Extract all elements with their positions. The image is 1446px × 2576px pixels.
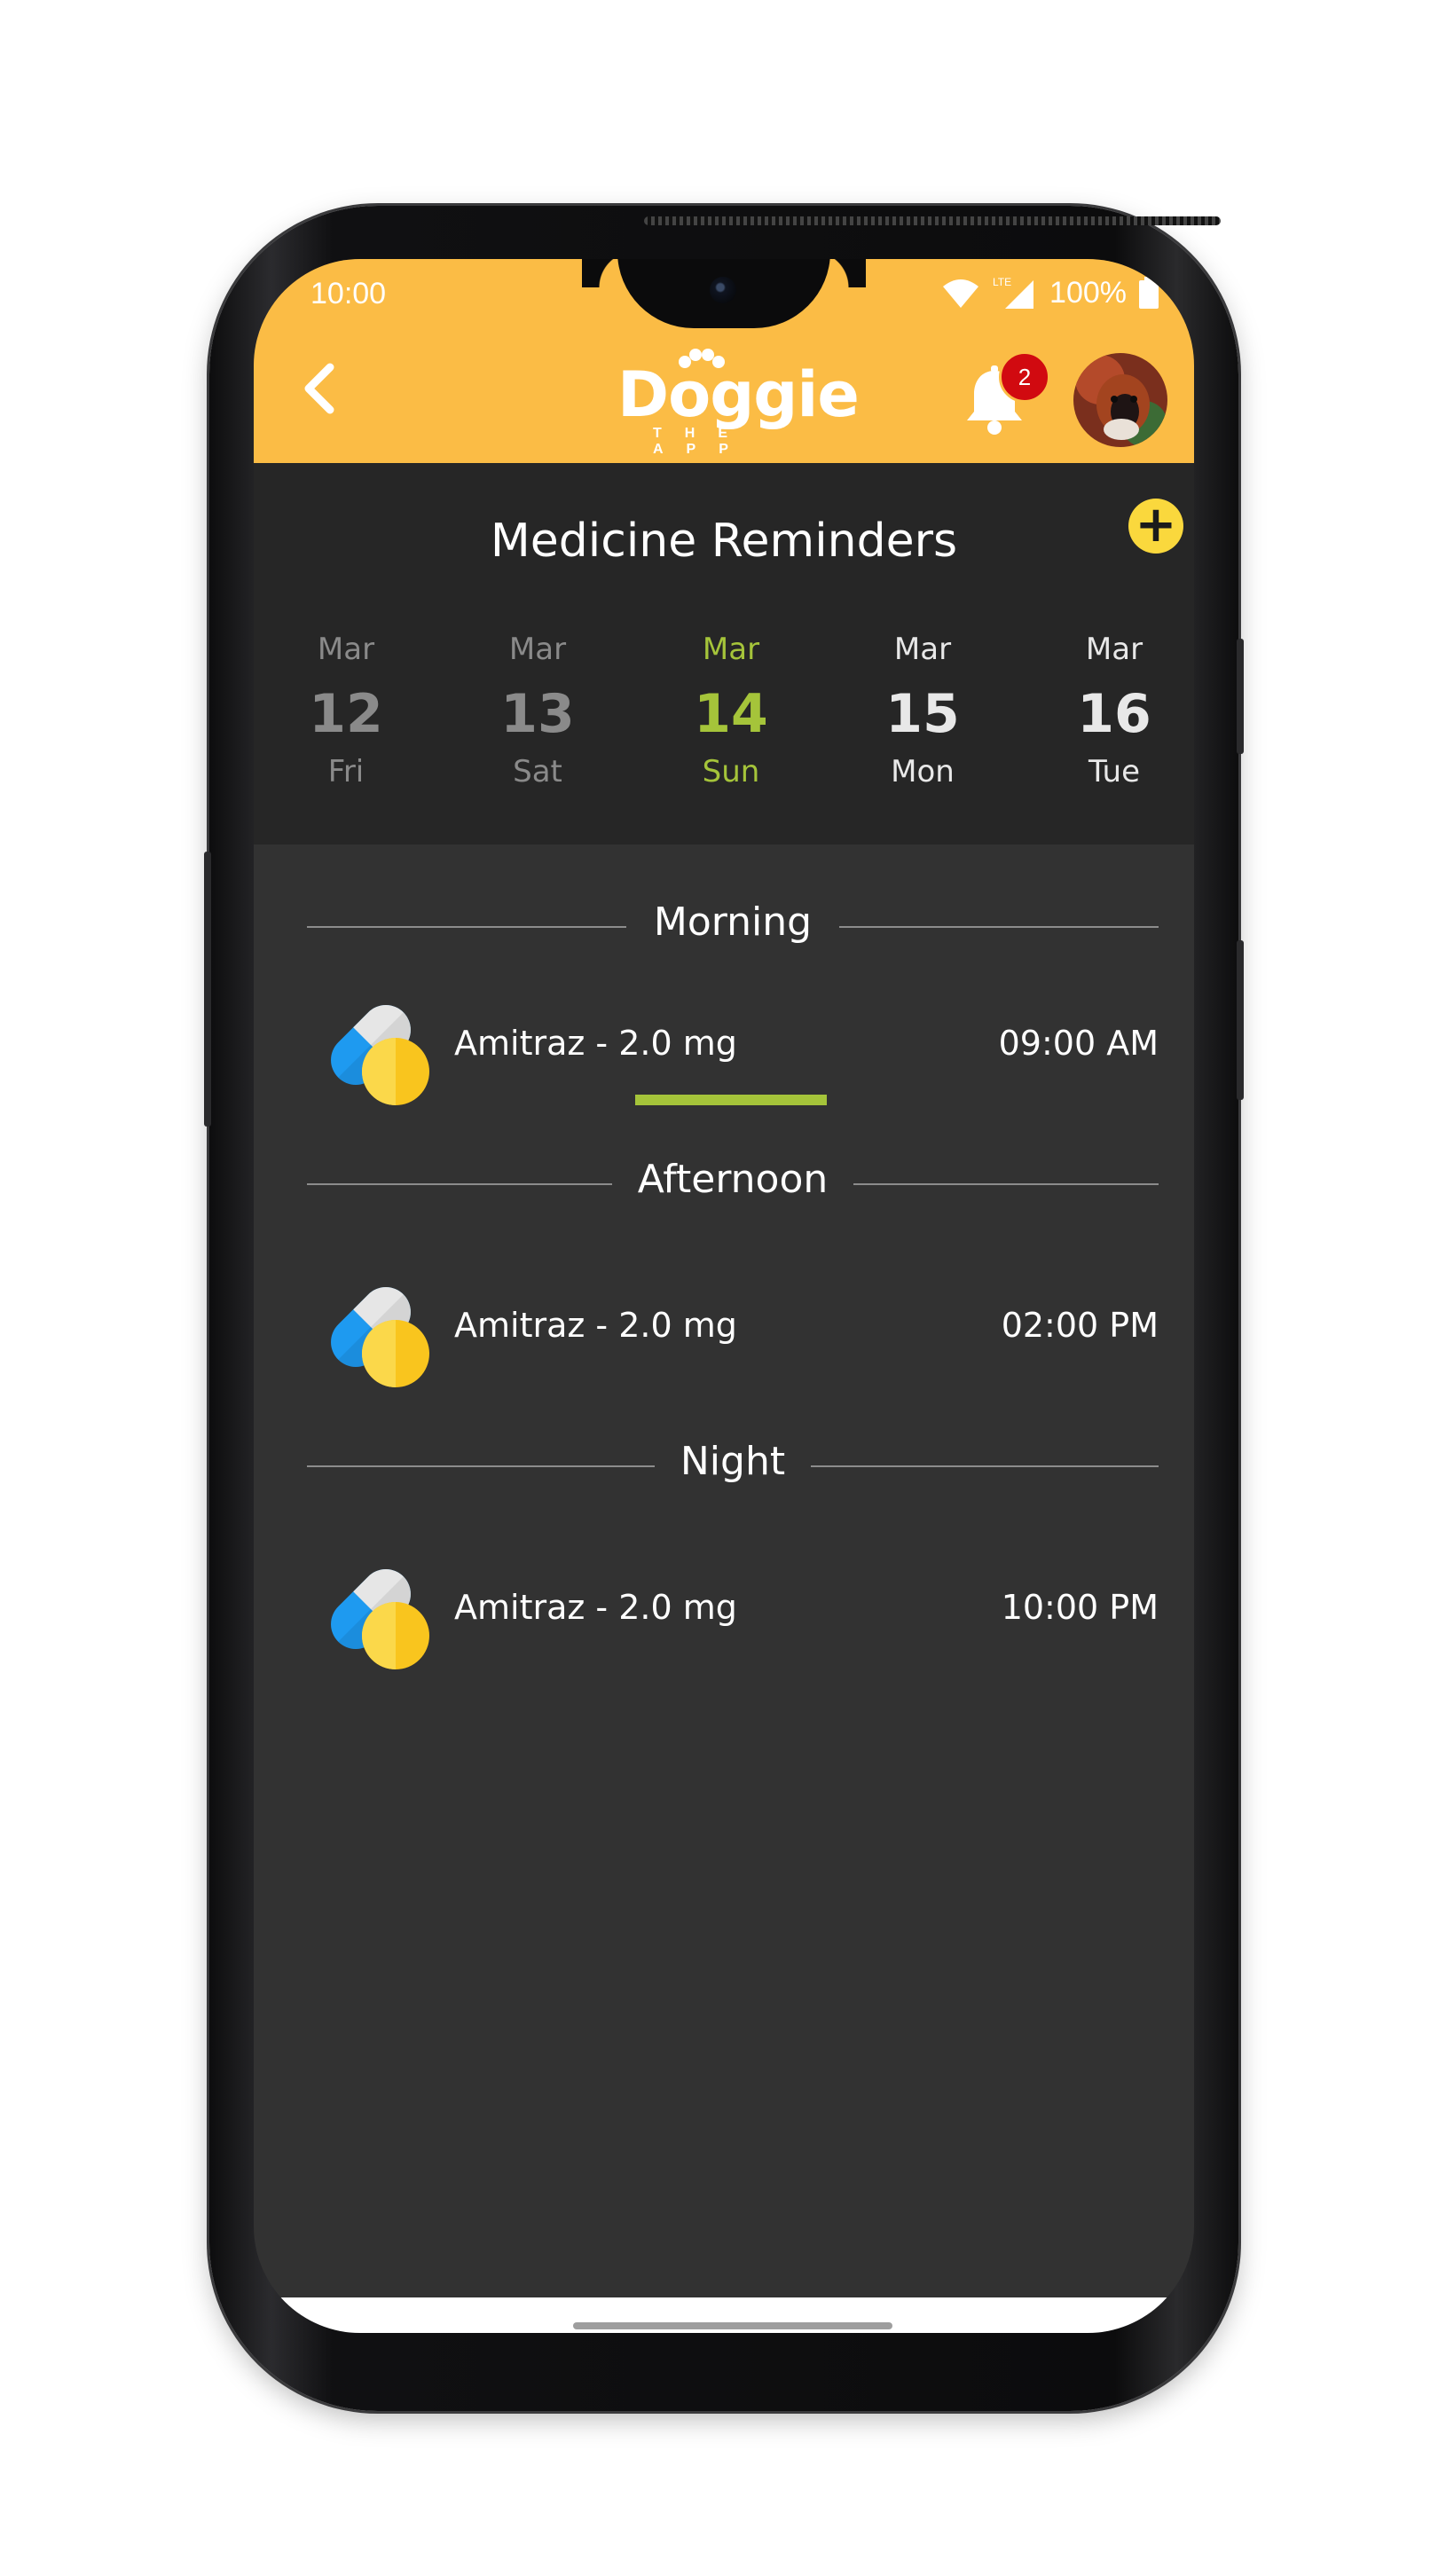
- volume-button: [204, 852, 211, 1127]
- day-month: Mar: [702, 632, 760, 667]
- back-arrow-icon[interactable]: [295, 362, 348, 415]
- day-weekday: Fri: [327, 754, 365, 789]
- earpiece-speaker: [644, 216, 1221, 225]
- medicine-time: 02:00 PM: [1001, 1306, 1159, 1345]
- side-key: [1237, 940, 1244, 1100]
- power-button: [1237, 639, 1244, 754]
- date-selector: Mar 12 Fri Mar 13 Sat Mar 14 Sun Mar 15 …: [254, 623, 1194, 844]
- section-label: Morning: [628, 899, 837, 945]
- page-title: Medicine Reminders: [490, 514, 958, 568]
- logo-tagline: THE APP: [653, 426, 751, 457]
- add-reminder-button[interactable]: +: [1128, 499, 1183, 554]
- medicine-time: 10:00 PM: [1001, 1588, 1159, 1627]
- section-header-night: Night: [307, 1439, 1159, 1492]
- day-date: 13: [500, 683, 575, 745]
- status-time: 10:00: [310, 277, 387, 310]
- network-type-label: LTE: [993, 276, 1011, 288]
- reminder-row[interactable]: Amitraz - 2.0 mg 10:00 PM: [307, 1542, 1159, 1675]
- day-date: 12: [309, 683, 383, 745]
- day-date: 16: [1077, 683, 1151, 745]
- paw-icon: [679, 349, 725, 368]
- day-tab-14[interactable]: Mar 14 Sun: [635, 623, 827, 844]
- day-month: Mar: [508, 632, 567, 667]
- section-label-wrap: Night: [307, 1439, 1159, 1484]
- medicine-name: Amitraz - 2.0 mg: [454, 1024, 737, 1063]
- day-month: Mar: [317, 632, 375, 667]
- home-gesture-handle[interactable]: [573, 2322, 892, 2329]
- day-weekday: Sat: [513, 754, 562, 789]
- day-tab-13[interactable]: Mar 13 Sat: [442, 623, 633, 844]
- battery-icon: [1139, 277, 1159, 309]
- pill-icon: [331, 1569, 429, 1669]
- wifi-icon: [943, 279, 979, 308]
- day-weekday: Mon: [891, 754, 955, 789]
- medicine-name: Amitraz - 2.0 mg: [454, 1588, 737, 1627]
- day-weekday: Tue: [1088, 754, 1141, 789]
- day-date: 15: [885, 683, 960, 745]
- status-icons: LTE 100%: [941, 275, 1159, 310]
- reminder-row[interactable]: Amitraz - 2.0 mg 02:00 PM: [307, 1260, 1159, 1393]
- signal-icon: LTE: [993, 276, 1034, 309]
- reminder-row[interactable]: Amitraz - 2.0 mg 09:00 AM: [307, 978, 1159, 1111]
- logo-wordmark: Doggie: [617, 358, 860, 431]
- section-label-wrap: Morning: [307, 899, 1159, 945]
- day-tab-12[interactable]: Mar 12 Fri: [254, 623, 442, 844]
- app-screen: 10:00 LTE 100% Doggie THE APP 2 Medicine…: [254, 259, 1194, 2333]
- medicine-time: 09:00 AM: [998, 1024, 1159, 1063]
- pill-icon: [331, 1287, 429, 1387]
- section-label: Afternoon: [612, 1157, 853, 1202]
- section-header-morning: Morning: [307, 899, 1159, 953]
- pill-icon: [331, 1005, 429, 1105]
- pet-avatar[interactable]: [1073, 353, 1167, 447]
- day-month: Mar: [893, 632, 952, 667]
- doggie-logo: Doggie THE APP: [617, 349, 860, 457]
- section-label: Night: [655, 1439, 811, 1484]
- front-camera: [710, 277, 736, 303]
- section-header-afternoon: Afternoon: [307, 1157, 1159, 1210]
- section-label-wrap: Afternoon: [307, 1157, 1159, 1202]
- day-tab-15[interactable]: Mar 15 Mon: [827, 623, 1018, 844]
- notification-badge: 2: [999, 351, 1050, 403]
- medicine-name: Amitraz - 2.0 mg: [454, 1306, 737, 1345]
- app-header: 10:00 LTE 100% Doggie THE APP 2: [254, 259, 1194, 463]
- day-month: Mar: [1085, 632, 1143, 667]
- day-date: 14: [694, 683, 768, 745]
- dog-photo: [1073, 353, 1167, 447]
- day-tab-16[interactable]: Mar 16 Tue: [1018, 623, 1194, 844]
- battery-percent: 100%: [1049, 275, 1127, 310]
- day-weekday: Sun: [702, 754, 760, 789]
